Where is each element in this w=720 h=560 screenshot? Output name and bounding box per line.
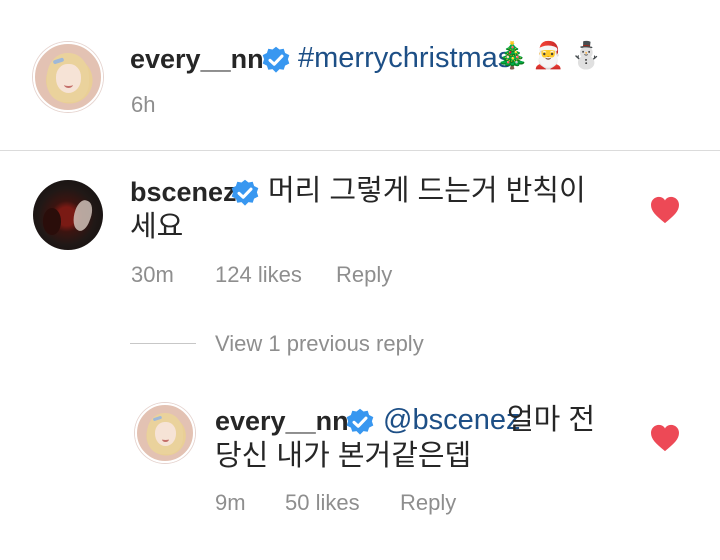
comment-reply-button[interactable]: Reply [336, 262, 392, 288]
reply-likes[interactable]: 50 likes [285, 490, 360, 516]
verified-badge-icon [262, 46, 290, 73]
avatar-every-nn[interactable] [135, 403, 195, 463]
caption-section: every__nn #merrychristmas 🎄 🎅 ⛄ 6h [0, 0, 720, 151]
snowman-emoji: ⛄ [570, 40, 603, 70]
avatar-shadow [42, 208, 61, 235]
verified-badge-icon [346, 408, 374, 435]
avatar-face [56, 63, 82, 93]
caption-time: 6h [131, 92, 156, 117]
santa-emoji: 🎅 [532, 40, 565, 70]
avatar-highlight [68, 197, 96, 233]
verified-badge-icon [231, 179, 259, 206]
avatar-every-nn[interactable] [33, 42, 103, 112]
reply-text-line2: 당신 내가 본거같은뎁 [215, 440, 472, 472]
christmas-tree-emoji: 🎄 [496, 40, 529, 70]
view-previous-replies-button[interactable]: View 1 previous reply [215, 331, 424, 357]
comment-text-line1: 머리 그렇게 드는거 반칙이 [268, 175, 586, 207]
comment-time: 30m [131, 262, 174, 287]
avatar-bscenez[interactable] [33, 180, 103, 250]
heart-icon[interactable] [650, 196, 680, 224]
comment-text-line2: 세요 [130, 211, 184, 243]
comment-likes[interactable]: 124 likes [215, 262, 302, 288]
caption-username[interactable]: every__nn [130, 44, 264, 75]
caption-hashtag[interactable]: #merrychristmas [298, 40, 512, 77]
reply-text-line1: 얼마 전 [507, 404, 596, 436]
comment-username[interactable]: bscenez [130, 177, 237, 208]
view-replies-divider [130, 343, 196, 344]
reply-mention-link[interactable]: @bscenez [383, 402, 520, 439]
avatar-smile [64, 81, 74, 88]
reply-username[interactable]: every__nn [215, 406, 349, 437]
heart-icon[interactable] [650, 424, 680, 452]
reply-reply-button[interactable]: Reply [400, 490, 456, 516]
reply-time: 9m [215, 490, 246, 515]
